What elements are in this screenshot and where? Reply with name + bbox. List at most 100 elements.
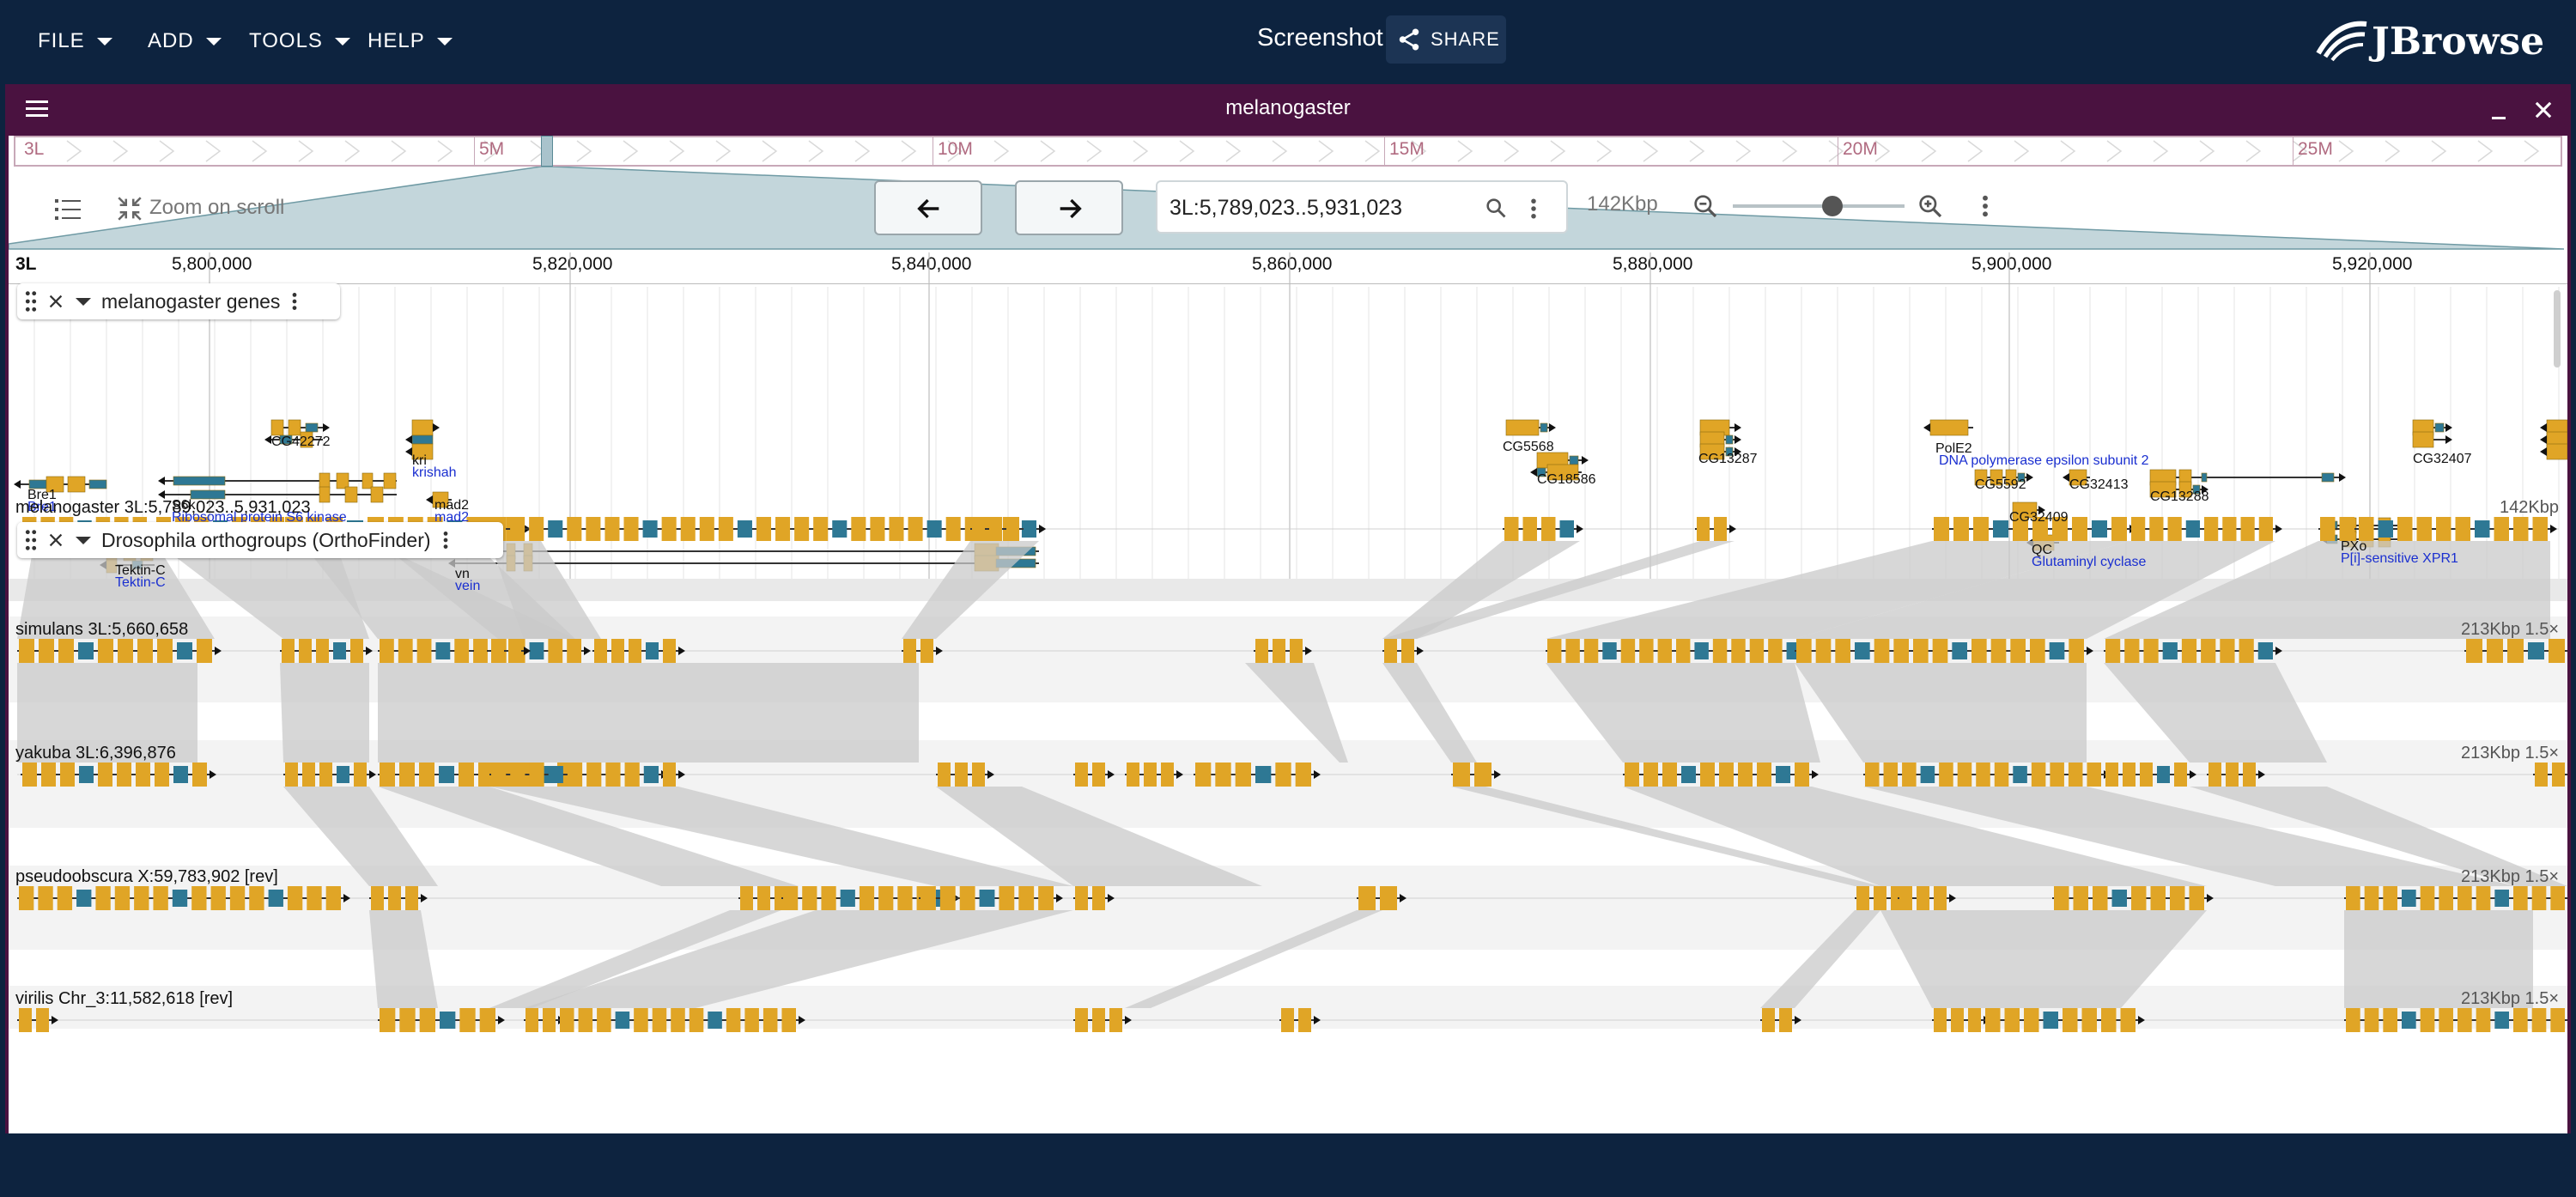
chevron-mark bbox=[112, 140, 129, 162]
close-icon[interactable] bbox=[2531, 98, 2555, 122]
exon bbox=[134, 886, 149, 910]
exon bbox=[1540, 422, 1548, 433]
overview-visible-region[interactable] bbox=[541, 136, 553, 167]
chevron-mark bbox=[1596, 140, 1613, 162]
exon bbox=[999, 886, 1015, 910]
zoom-to-fit-icon[interactable] bbox=[115, 194, 144, 223]
synteny-row-scale: 213Kbp 1.5× bbox=[2461, 989, 2559, 1008]
gene-feature bbox=[2540, 443, 2567, 460]
exon bbox=[680, 517, 696, 541]
gene-name-label[interactable]: CG13288 bbox=[2150, 489, 2209, 505]
exon bbox=[316, 639, 329, 663]
gene-name-label[interactable]: CG32413 bbox=[2069, 477, 2129, 493]
exon bbox=[548, 520, 563, 538]
exon bbox=[1273, 639, 1285, 663]
scroll-right-button[interactable] bbox=[1015, 180, 1123, 235]
exon bbox=[1725, 434, 1734, 445]
exon bbox=[783, 886, 799, 910]
exon bbox=[153, 886, 168, 910]
location-input[interactable]: 3L:5,789,023..5,931,023 bbox=[1170, 196, 1402, 221]
exon bbox=[1255, 766, 1272, 783]
gene-name-label[interactable]: CG18586 bbox=[1537, 472, 1596, 488]
drag-handle-icon[interactable] bbox=[24, 529, 38, 551]
gene-description-label[interactable]: vein bbox=[455, 579, 480, 594]
gene-name-label[interactable]: CG5592 bbox=[1975, 477, 2026, 493]
help-menu[interactable]: HELP bbox=[368, 24, 453, 58]
gene-name-label[interactable]: CG5568 bbox=[1503, 440, 1554, 455]
exon bbox=[1505, 419, 1540, 436]
gene-description-label[interactable]: P[i]-sensitive XPR1 bbox=[2341, 551, 2458, 567]
synteny-row-label[interactable]: yakuba 3L:6,396,876 bbox=[15, 744, 176, 763]
track-caret-down-icon[interactable] bbox=[76, 536, 91, 544]
synteny-row-label[interactable]: melanogaster 3L:5,789,023..5,931,023 bbox=[15, 498, 311, 518]
exon bbox=[1899, 886, 1912, 910]
minimize-icon[interactable] bbox=[2488, 101, 2509, 122]
gene-name-label[interactable]: CG13287 bbox=[1698, 452, 1758, 467]
exon bbox=[1401, 639, 1414, 663]
synteny-row-label[interactable]: pseudoobscura X:59,783,902 [rev] bbox=[15, 867, 278, 887]
ortho-gene bbox=[2464, 639, 2567, 663]
tools-menu-label: TOOLS bbox=[249, 29, 323, 52]
track-kebab-icon[interactable] bbox=[290, 290, 299, 313]
gene-name-label[interactable]: CG32409 bbox=[2009, 510, 2069, 526]
zoom-in-icon[interactable] bbox=[1917, 192, 1944, 220]
synteny-row-label[interactable]: simulans 3L:5,660,658 bbox=[15, 620, 188, 640]
view-header: melanogaster bbox=[9, 84, 2567, 136]
tools-menu[interactable]: TOOLS bbox=[249, 24, 350, 58]
zoom-out-icon[interactable] bbox=[1692, 192, 1719, 220]
close-track-icon[interactable] bbox=[46, 531, 65, 550]
exon bbox=[2359, 517, 2374, 541]
gene-description-label[interactable]: Tektin-C bbox=[115, 575, 166, 591]
location-search-box[interactable]: 3L:5,789,023..5,931,023 bbox=[1156, 180, 1568, 234]
tracks-canvas[interactable] bbox=[9, 252, 2567, 1197]
exon bbox=[2513, 1008, 2528, 1032]
close-track-icon[interactable] bbox=[46, 292, 65, 311]
gene-feature bbox=[405, 434, 434, 445]
gene-description-label[interactable]: krishah bbox=[412, 465, 457, 481]
exon bbox=[41, 763, 56, 787]
share-button[interactable]: SHARE bbox=[1386, 15, 1506, 64]
chevron-mark bbox=[1782, 140, 1798, 162]
chevron-mark bbox=[1225, 140, 1242, 162]
exon bbox=[2131, 517, 2146, 541]
strand-arrow bbox=[1735, 435, 1741, 444]
gene-name-label[interactable]: CG42272 bbox=[271, 434, 331, 450]
search-icon[interactable] bbox=[1484, 196, 1508, 220]
gene-feature bbox=[2412, 431, 2452, 448]
zoom-slider-track[interactable] bbox=[1733, 204, 1905, 208]
drag-handle-icon[interactable] bbox=[24, 290, 38, 313]
synteny-row-label[interactable]: virilis Chr_3:11,582,618 [rev] bbox=[15, 989, 233, 1009]
exon bbox=[920, 639, 933, 663]
view-kebab-icon[interactable] bbox=[1978, 192, 1992, 220]
zoom-slider-thumb[interactable] bbox=[1822, 196, 1843, 216]
exon bbox=[1018, 886, 1035, 910]
brand-name: JBrowse bbox=[2372, 19, 2545, 64]
exon bbox=[1384, 639, 1397, 663]
zoom-on-scroll-label[interactable]: Zoom on scroll bbox=[149, 196, 284, 220]
exon bbox=[1795, 763, 1809, 787]
exon bbox=[510, 517, 526, 541]
gene-name-label[interactable]: CG32407 bbox=[2413, 452, 2472, 467]
exon bbox=[740, 886, 753, 910]
gene-description-label[interactable]: DNA polymerase epsilon subunit 2 bbox=[1939, 453, 2149, 469]
gene-track-title: melanogaster genes bbox=[101, 289, 281, 313]
exon bbox=[1971, 639, 1987, 663]
jbrowse-logo: JBrowse bbox=[2312, 15, 2544, 67]
file-menu[interactable]: FILE bbox=[38, 24, 112, 58]
exon bbox=[2157, 766, 2170, 783]
exon bbox=[2458, 886, 2472, 910]
overview-scalebar[interactable]: 3L 5M 10M 15M 20M 25M bbox=[14, 136, 2562, 167]
scroll-left-button[interactable] bbox=[874, 180, 982, 235]
track-caret-down-icon[interactable] bbox=[76, 297, 91, 306]
overview-tick-label: 3L bbox=[24, 139, 45, 159]
kebab-icon[interactable] bbox=[1527, 196, 1540, 222]
exon bbox=[2420, 886, 2435, 910]
add-menu[interactable]: ADD bbox=[148, 24, 222, 58]
exon bbox=[38, 886, 53, 910]
exon bbox=[383, 472, 397, 489]
track-selector-icon[interactable] bbox=[53, 196, 82, 223]
track-kebab-icon[interactable] bbox=[441, 529, 450, 551]
exon bbox=[1893, 639, 1909, 663]
gene-description-label[interactable]: Glutaminyl cyclase bbox=[2032, 555, 2146, 570]
exon bbox=[1738, 763, 1753, 787]
